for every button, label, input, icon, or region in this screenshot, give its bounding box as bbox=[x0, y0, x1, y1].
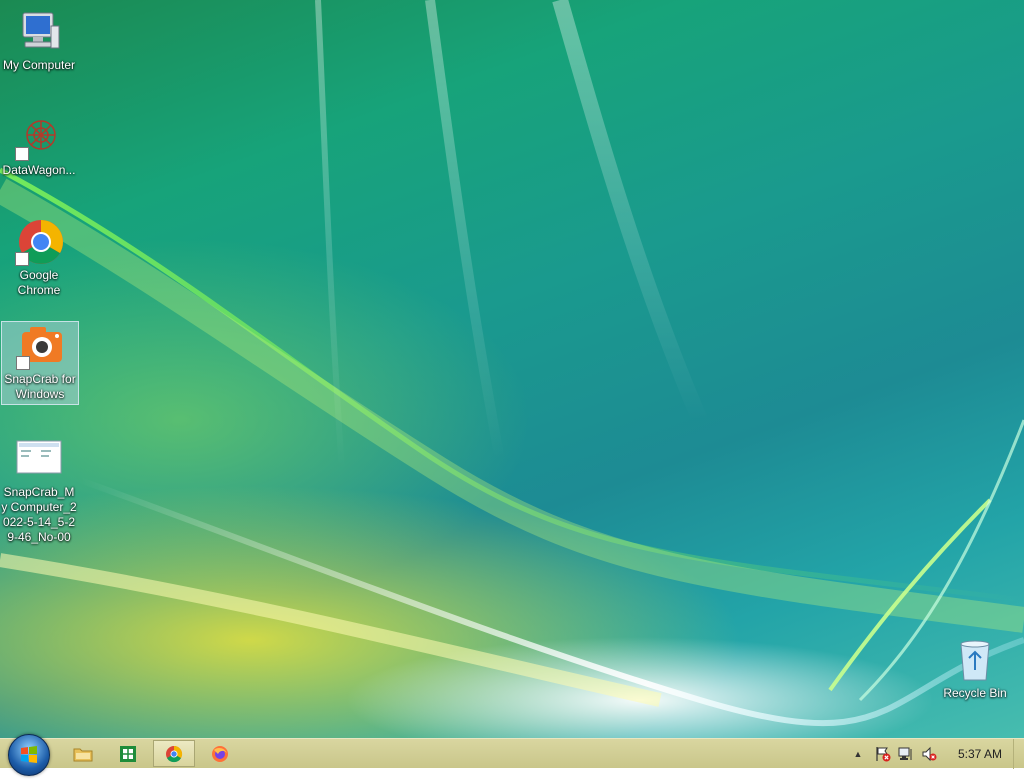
desktop-icon-google-chrome[interactable]: Google Chrome bbox=[1, 218, 77, 298]
desktop-icon-label: SnapCrab_My Computer_2022-5-14_5-29-46_N… bbox=[1, 485, 77, 544]
computer-icon bbox=[15, 8, 63, 56]
taskbar-file-explorer[interactable] bbox=[62, 740, 104, 767]
wallpaper-streaks bbox=[0, 0, 1024, 727]
action-center-flag-icon[interactable] bbox=[874, 746, 892, 762]
taskbar-spreadsheet[interactable] bbox=[107, 740, 149, 767]
recycle-bin-icon bbox=[951, 636, 999, 684]
desktop-icon-label: Recycle Bin bbox=[943, 686, 1007, 700]
desktop-icon-snapcrab[interactable]: SnapCrab for Windows bbox=[1, 321, 79, 405]
network-icon[interactable] bbox=[897, 746, 915, 762]
chrome-icon bbox=[166, 745, 183, 762]
desktop-icon-label: Google Chrome bbox=[17, 268, 61, 297]
volume-muted-icon[interactable] bbox=[920, 746, 938, 762]
desktop-icon-snapcrab-file[interactable]: SnapCrab_My Computer_2022-5-14_5-29-46_N… bbox=[1, 435, 77, 545]
desktop-icon-label: SnapCrab for Windows bbox=[4, 372, 76, 401]
show-desktop-button[interactable] bbox=[1013, 739, 1024, 769]
shortcut-arrow-icon bbox=[16, 356, 30, 370]
taskbar-clock[interactable]: 5:37 AM bbox=[958, 747, 1002, 761]
spreadsheet-icon bbox=[120, 745, 136, 762]
desktop[interactable]: My Computer DataWagon... Google Chrome S… bbox=[0, 0, 1024, 768]
taskbar-firefox[interactable] bbox=[199, 740, 241, 767]
desktop-icon-my-computer[interactable]: My Computer bbox=[1, 8, 77, 73]
camera-icon bbox=[16, 322, 64, 370]
desktop-icon-label: My Computer bbox=[2, 58, 76, 72]
image-file-icon bbox=[15, 435, 63, 483]
taskbar: ▲ 5:37 AM bbox=[0, 734, 1024, 776]
windows-logo-icon bbox=[21, 746, 37, 763]
chrome-icon bbox=[15, 218, 63, 266]
shortcut-arrow-icon bbox=[15, 147, 29, 161]
desktop-icon-datawagon[interactable]: DataWagon... bbox=[1, 113, 77, 178]
folder-icon bbox=[73, 748, 93, 761]
taskbar-chrome[interactable] bbox=[153, 740, 195, 767]
start-button[interactable] bbox=[8, 734, 50, 776]
datawagon-icon bbox=[15, 113, 63, 161]
firefox-icon bbox=[212, 745, 228, 762]
desktop-icon-recycle-bin[interactable]: Recycle Bin bbox=[937, 636, 1013, 701]
shortcut-arrow-icon bbox=[15, 252, 29, 266]
desktop-icon-label: DataWagon... bbox=[2, 163, 76, 177]
show-hidden-icons-chevron[interactable]: ▲ bbox=[849, 746, 867, 762]
